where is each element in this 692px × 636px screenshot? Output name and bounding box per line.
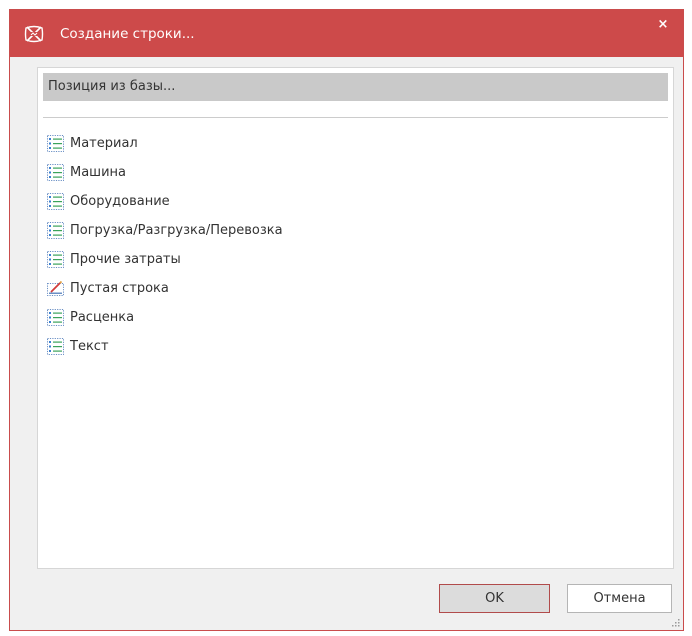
item-label: Материал — [70, 136, 138, 151]
title-bar[interactable]: Создание строки... × — [10, 10, 683, 57]
cancel-button[interactable]: Отмена — [567, 584, 672, 613]
list-item-equipment[interactable]: Оборудование — [46, 187, 283, 216]
row-type-list: Материал Машина Оборудование Погрузка/Ра… — [46, 129, 283, 361]
list-icon — [47, 338, 64, 355]
item-label: Текст — [70, 339, 109, 354]
close-button[interactable]: × — [651, 13, 675, 37]
empty-row-icon — [47, 280, 64, 296]
dialog-title: Создание строки... — [60, 26, 195, 42]
list-item-other-costs[interactable]: Прочие затраты — [46, 245, 283, 274]
list-item-empty-row[interactable]: Пустая строка — [46, 274, 283, 303]
item-label: Оборудование — [70, 194, 170, 209]
item-label: Расценка — [70, 310, 135, 325]
row-type-panel: Позиция из базы... Материал Машина Обору… — [37, 67, 674, 569]
app-logo-icon — [24, 25, 44, 43]
item-label: Пустая строка — [70, 281, 169, 296]
list-icon — [47, 164, 64, 181]
item-label: Прочие затраты — [70, 252, 181, 267]
list-item-loading-transport[interactable]: Погрузка/Разгрузка/Перевозка — [46, 216, 283, 245]
list-item-machine[interactable]: Машина — [46, 158, 283, 187]
create-row-dialog: Создание строки... × Позиция из базы... … — [9, 9, 684, 631]
item-label: Погрузка/Разгрузка/Перевозка — [70, 223, 283, 238]
item-label: Машина — [70, 165, 126, 180]
list-icon — [47, 222, 64, 239]
ok-button[interactable]: OK — [439, 584, 550, 613]
list-icon — [47, 193, 64, 210]
list-icon — [47, 309, 64, 326]
separator — [43, 117, 668, 118]
resize-grip-icon[interactable] — [672, 619, 680, 627]
list-item-rate[interactable]: Расценка — [46, 303, 283, 332]
list-icon — [47, 251, 64, 268]
list-item-text[interactable]: Текст — [46, 332, 283, 361]
base-position-item[interactable]: Позиция из базы... — [43, 73, 668, 101]
list-icon — [47, 135, 64, 152]
list-item-material[interactable]: Материал — [46, 129, 283, 158]
